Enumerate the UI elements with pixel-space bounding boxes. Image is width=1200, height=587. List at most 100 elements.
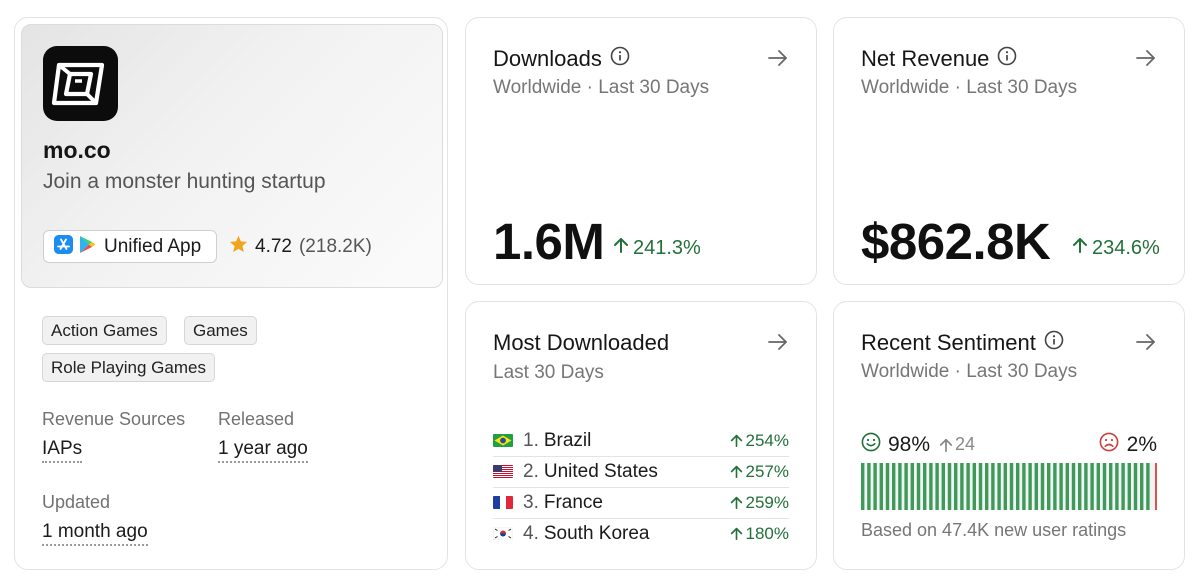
tag-games[interactable]: Games	[184, 316, 257, 345]
country-growth-value: 180%	[745, 523, 789, 543]
arrow-up-icon	[730, 527, 742, 540]
positive-stripe	[972, 463, 976, 510]
downloads-growth-value: 241.3%	[633, 236, 701, 259]
arrow-up-icon	[730, 434, 742, 447]
arrow-right-icon[interactable]	[766, 48, 790, 68]
info-icon[interactable]	[1044, 330, 1064, 356]
info-icon[interactable]	[997, 46, 1017, 72]
positive-stripe	[1028, 463, 1032, 510]
sentiment-title: Recent Sentiment	[861, 330, 1036, 355]
most-title-wrap: Most Downloaded	[493, 330, 669, 356]
positive-stripe	[1090, 463, 1094, 510]
positive-stripe	[991, 463, 995, 510]
country-name: France	[543, 491, 603, 513]
sentiment-title-wrap: Recent Sentiment	[861, 330, 1064, 356]
tag-role-playing-games[interactable]: Role Playing Games	[42, 353, 215, 382]
positive-stripe	[1096, 463, 1100, 510]
positive-stripe	[1084, 463, 1088, 510]
country-growth: 257%	[730, 462, 789, 482]
app-header: mo.co Join a monster hunting startup Uni…	[21, 24, 443, 288]
positive-stripe	[885, 463, 890, 510]
downloads-title-wrap: Downloads	[493, 46, 630, 72]
country-rank: 3.	[523, 491, 539, 513]
brazil-flag-icon	[493, 434, 513, 447]
downloads-value: 1.6M	[493, 213, 605, 270]
revenue-sources-label: Revenue Sources	[42, 409, 186, 429]
app-name: mo.co	[43, 137, 111, 163]
negative-percent: 2%	[1126, 432, 1157, 456]
app-rating: 4.72 (218.2K)	[229, 235, 372, 258]
positive-stripe	[966, 463, 970, 510]
positive-stripe	[1078, 463, 1082, 510]
positive-stripe	[1071, 463, 1076, 510]
arrow-up-icon	[939, 438, 953, 452]
positive-stripe	[904, 463, 908, 510]
country-growth-value: 257%	[745, 461, 789, 481]
sentiment-bar	[861, 463, 1157, 510]
positive-stripe	[1059, 463, 1063, 510]
country-row[interactable]: 2. United States 257%	[493, 456, 789, 487]
country-row[interactable]: 3. France 259%	[493, 487, 789, 518]
positive-stripe	[1146, 463, 1150, 510]
country-name: South Korea	[543, 522, 650, 544]
negative-stripe	[1155, 463, 1157, 510]
positive-stripe	[954, 463, 958, 510]
positive-stripe	[1133, 463, 1138, 510]
positive-stripe	[1003, 463, 1007, 510]
positive-change: 24	[939, 434, 975, 455]
country-row[interactable]: 4. South Korea 180%	[493, 518, 789, 549]
tag-action-games[interactable]: Action Games	[42, 316, 167, 345]
positive-stripe	[1121, 463, 1125, 510]
country-growth-value: 259%	[745, 492, 789, 512]
rating-count: (218.2K)	[298, 235, 372, 257]
unified-app-label: Unified App	[104, 235, 202, 257]
country-growth: 254%	[730, 431, 789, 451]
mo-co-logo-icon	[43, 46, 118, 121]
positive-stripe	[929, 463, 933, 510]
revenue-sources-value[interactable]: IAPs	[42, 438, 83, 463]
unified-app-button[interactable]: Unified App	[43, 230, 217, 263]
positive-stripe	[978, 463, 983, 510]
star-icon	[229, 235, 248, 258]
positive-stripe	[1127, 463, 1131, 510]
info-icon[interactable]	[610, 46, 630, 72]
revenue-subtitle: Worldwide · Last 30 Days	[861, 77, 1078, 98]
positive-stripe	[1065, 463, 1069, 510]
country-growth: 180%	[730, 524, 789, 544]
positive-stripe	[1140, 463, 1144, 510]
updated-label: Updated	[42, 492, 111, 512]
country-growth-value: 254%	[745, 430, 789, 450]
released-value[interactable]: 1 year ago	[218, 438, 308, 463]
country-growth: 259%	[730, 493, 789, 513]
updated-value[interactable]: 1 month ago	[42, 521, 148, 546]
sentiment-note: Based on 47.4K new user ratings	[861, 520, 1127, 540]
arrow-right-icon[interactable]	[1134, 332, 1158, 352]
positive-stripe	[941, 463, 945, 510]
net-revenue-card[interactable]: Net Revenue Worldwide · Last 30 Days $86…	[833, 17, 1185, 285]
app-store-icon	[54, 234, 73, 259]
released-label: Released	[218, 409, 295, 429]
recent-sentiment-card[interactable]: Recent Sentiment Worldwide · Last 30 Day…	[833, 301, 1185, 570]
positive-stripe	[1102, 463, 1107, 510]
positive-percent: 98%	[888, 432, 931, 456]
arrow-right-icon[interactable]	[1134, 48, 1158, 68]
rating-value: 4.72	[255, 235, 292, 257]
arrow-right-icon[interactable]	[766, 332, 790, 352]
app-subtitle: Join a monster hunting startup	[43, 170, 326, 193]
france-flag-icon	[493, 496, 513, 509]
revenue-value: $862.8K	[861, 213, 1051, 270]
positive-stripe	[1047, 463, 1051, 510]
positive-stripe	[1040, 463, 1045, 510]
arrow-up-icon	[1072, 236, 1088, 260]
downloads-growth: 241.3%	[613, 236, 701, 260]
most-downloaded-card[interactable]: Most Downloaded Last 30 Days 1. Brazil 2…	[465, 301, 817, 570]
positive-stripe	[1034, 463, 1038, 510]
downloads-card[interactable]: Downloads Worldwide · Last 30 Days 1.6M …	[465, 17, 817, 285]
positive-stripe	[879, 463, 883, 510]
country-rank: 4.	[523, 522, 539, 544]
positive-stripe	[1115, 463, 1119, 510]
most-downloaded-subtitle: Last 30 Days	[493, 362, 604, 383]
country-row[interactable]: 1. Brazil 254%	[493, 425, 789, 456]
app-card: mo.co Join a monster hunting startup Uni…	[14, 17, 448, 570]
positive-stripe	[1053, 463, 1057, 510]
